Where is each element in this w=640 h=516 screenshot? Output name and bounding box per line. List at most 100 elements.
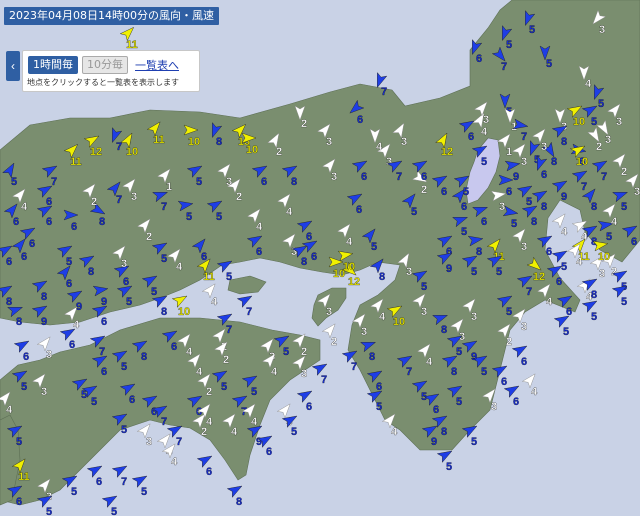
wind-speed-label: 9: [76, 301, 82, 313]
wind-speed-label: 2: [421, 184, 427, 196]
wind-speed-label: 8: [216, 136, 222, 148]
wind-speed-label: 12: [348, 276, 360, 288]
chevron-left-icon[interactable]: ‹: [6, 51, 20, 81]
list-view-link[interactable]: 一覧表へ: [135, 57, 179, 73]
hourly-button[interactable]: 1時間毎: [28, 56, 78, 74]
wind-speed-label: 3: [46, 349, 52, 361]
wind-speed-label: 9: [41, 316, 47, 328]
wind-speed-label: 4: [346, 236, 353, 248]
wind-speed-label: 1: [506, 146, 512, 158]
wind-speed-label: 9: [471, 351, 477, 363]
station-marker[interactable]: 8: [226, 482, 244, 508]
wind-arrow-icon: [13, 340, 30, 353]
station-marker[interactable]: 3: [36, 334, 54, 361]
station-marker[interactable]: 5: [101, 492, 119, 516]
station-marker[interactable]: 2: [321, 321, 339, 348]
wind-speed-label: 2: [596, 141, 602, 153]
wind-speed-label: 3: [599, 268, 605, 280]
wind-speed-label: 10: [246, 144, 258, 156]
wind-speed-label: 3: [483, 114, 489, 126]
wind-speed-label: 4: [426, 356, 433, 368]
wind-speed-label: 5: [283, 346, 289, 358]
wind-speed-label: 6: [631, 236, 637, 248]
station-marker[interactable]: 6: [196, 452, 214, 478]
wind-speed-label: 3: [471, 311, 477, 323]
station-marker[interactable]: 4: [521, 371, 539, 398]
station-marker[interactable]: 6: [86, 462, 104, 488]
station-marker[interactable]: 6: [13, 337, 31, 363]
station-marker[interactable]: 3: [136, 421, 154, 448]
wind-speed-label: 4: [196, 366, 203, 378]
wind-speed-label: 2: [146, 231, 152, 243]
wind-speed-label: 4: [376, 141, 383, 153]
wind-speed-label: 2: [621, 166, 627, 178]
wind-speed-label: 6: [6, 256, 12, 268]
wind-speed-label: 8: [41, 291, 47, 303]
wind-speed-label: 3: [421, 306, 427, 318]
wind-speed-label: 8: [236, 496, 242, 508]
wind-speed-label: 5: [598, 98, 604, 110]
wind-speed-label: 9: [431, 436, 437, 448]
wind-speed-label: 12: [533, 271, 545, 283]
station-marker[interactable]: 5: [131, 472, 149, 498]
station-marker[interactable]: 11: [119, 24, 138, 51]
wind-arrow-icon: [86, 465, 103, 478]
station-marker[interactable]: 10: [171, 292, 190, 318]
station-marker[interactable]: 6: [296, 387, 314, 413]
wind-speed-label: 10: [598, 251, 610, 263]
wind-speed-label: 6: [506, 186, 512, 198]
ten-minute-button[interactable]: 10分毎: [82, 56, 128, 74]
wind-speed-label: 5: [151, 286, 157, 298]
wind-speed-label: 3: [406, 266, 412, 278]
wind-speed-label: 10: [343, 261, 355, 273]
wind-speed-label: 5: [16, 436, 22, 448]
station-marker[interactable]: 4: [201, 281, 219, 308]
wind-speed-label: 7: [396, 171, 402, 183]
wind-speed-label: 4: [21, 201, 28, 213]
wind-speed-label: 10: [188, 136, 200, 148]
wind-speed-label: 10: [178, 306, 190, 318]
wind-speed-label: 6: [356, 204, 362, 216]
wind-speed-label: 6: [541, 169, 547, 181]
wind-speed-label: 3: [326, 306, 332, 318]
station-marker[interactable]: 4: [551, 211, 569, 238]
wind-speed-label: 8: [476, 246, 482, 258]
wind-speed-label: 5: [251, 386, 257, 398]
wind-speed-label: 4: [251, 416, 258, 428]
wind-arrow-icon: [196, 455, 213, 468]
wind-speed-label: 5: [216, 211, 222, 223]
wind-speed-label: 6: [513, 396, 519, 408]
wind-speed-label: 6: [256, 246, 262, 258]
station-marker[interactable]: 7: [111, 462, 129, 488]
wind-speed-label: 8: [301, 256, 307, 268]
wind-speed-label: 7: [116, 141, 122, 153]
station-marker[interactable]: 7: [236, 292, 254, 318]
wind-speed-label: 2: [91, 196, 97, 208]
wind-speed-label: 5: [621, 296, 627, 308]
wind-speed-label: 5: [196, 176, 202, 188]
station-marker[interactable]: 6: [511, 342, 529, 368]
wind-speed-label: 8: [441, 426, 447, 438]
wind-speed-label: 8: [369, 351, 375, 363]
wind-speed-label: 6: [521, 356, 527, 368]
station-marker[interactable]: 4: [276, 401, 294, 428]
wind-speed-label: 5: [141, 486, 147, 498]
wind-speed-label: 3: [491, 401, 497, 413]
station-marker[interactable]: 5: [436, 447, 454, 473]
wind-speed-label: 5: [446, 461, 452, 473]
wind-speed-label: 3: [361, 326, 367, 338]
wind-arrow-icon: [101, 495, 118, 508]
wind-speed-label: 4: [271, 366, 278, 378]
wind-speed-label: 5: [456, 396, 462, 408]
wind-speed-label: 8: [99, 216, 105, 228]
wind-speed-label: 5: [463, 186, 469, 198]
wind-arrow-icon: [131, 475, 148, 488]
wind-speed-label: 11: [203, 271, 215, 283]
wind-speed-label: 6: [461, 201, 467, 213]
wind-speed-label: 5: [511, 218, 517, 230]
wind-speed-label: 2: [301, 118, 307, 130]
view-controls: ‹ 1時間毎 10分毎 一覧表へ 地点をクリックすると一覧表を表示します: [6, 50, 200, 92]
wind-speed-label: 6: [357, 114, 363, 126]
wind-speed-label: 3: [401, 136, 407, 148]
wind-arrow-icon: [226, 485, 243, 498]
